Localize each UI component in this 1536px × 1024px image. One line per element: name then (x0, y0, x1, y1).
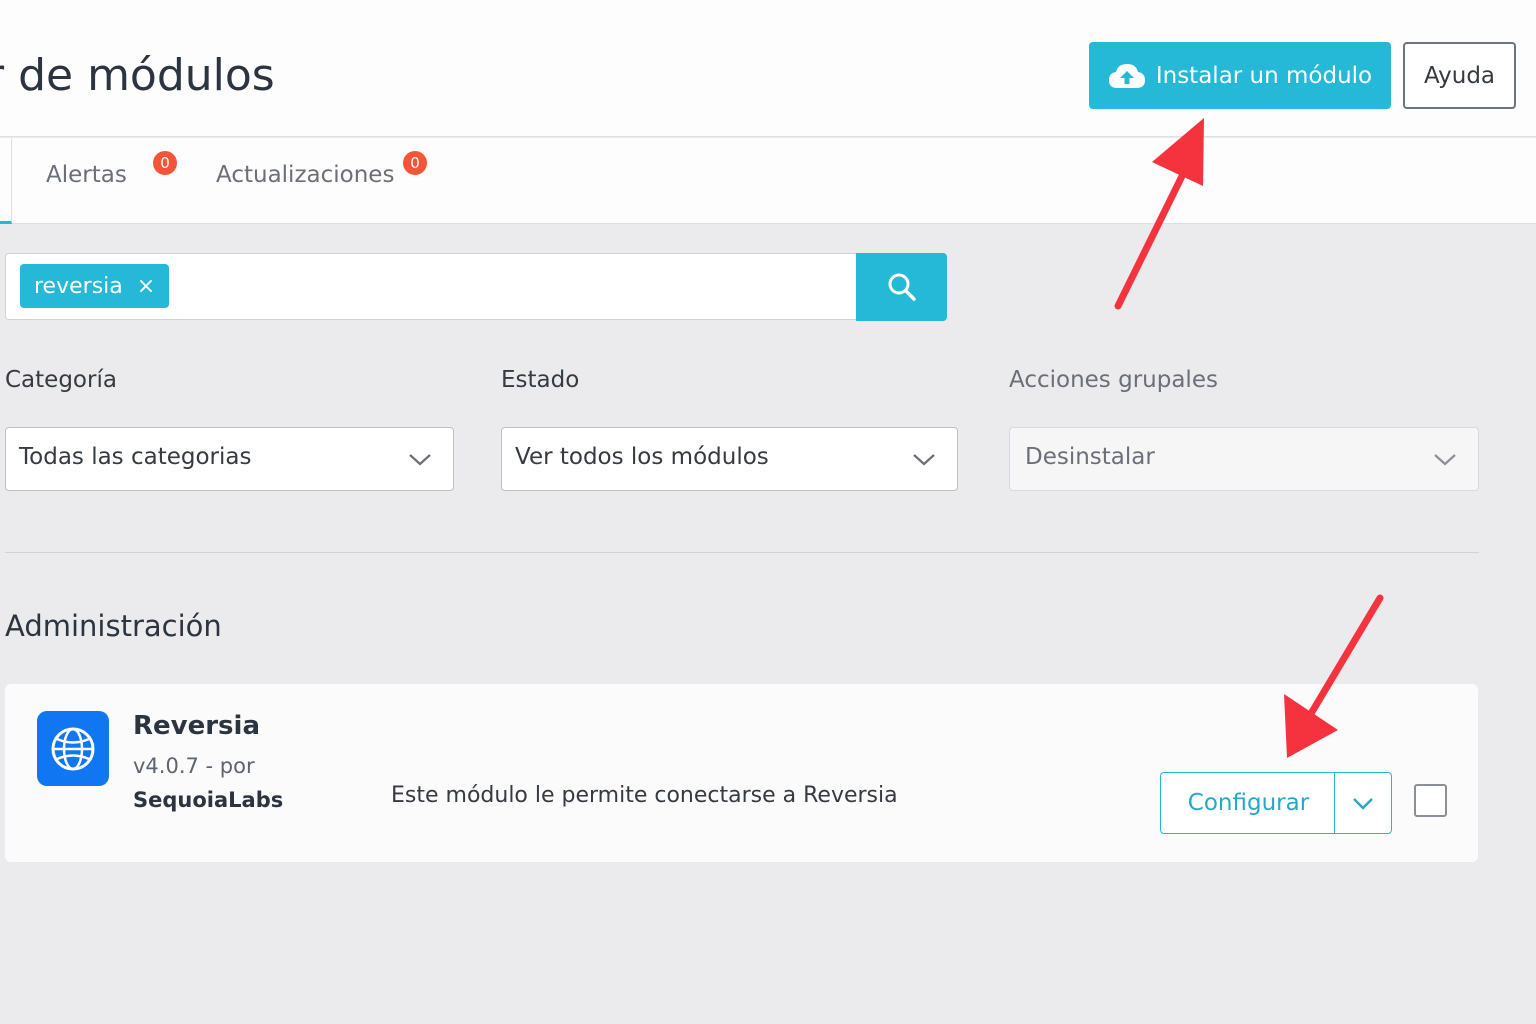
tab-updates[interactable]: Actualizaciones (216, 162, 394, 188)
category-select-value: Todas las categorias (19, 444, 252, 470)
module-select-checkbox[interactable] (1414, 784, 1447, 817)
tab-alerts[interactable]: Alertas (46, 162, 127, 188)
cloud-upload-icon (1108, 63, 1145, 88)
search-tag: reversia × (20, 264, 170, 308)
updates-count-badge: 0 (403, 151, 427, 175)
chevron-down-icon (1353, 798, 1373, 810)
search-tag-label: reversia (34, 273, 123, 299)
configure-dropdown-toggle[interactable] (1334, 772, 1392, 834)
module-version: v4.0.7 - por (133, 754, 255, 778)
search-icon (888, 273, 916, 301)
module-logo (37, 711, 109, 786)
help-button[interactable]: Ayuda (1403, 42, 1516, 109)
module-name: Reversia (133, 711, 260, 741)
tab-active-edge[interactable] (0, 138, 12, 224)
chevron-down-icon (1434, 454, 1456, 466)
search-input[interactable]: reversia × (5, 253, 857, 320)
bulk-actions-select-value: Desinstalar (1025, 444, 1155, 470)
state-select[interactable]: Ver todos los módulos (501, 427, 958, 491)
section-title: Administración (5, 609, 222, 643)
chevron-down-icon (913, 454, 935, 466)
install-module-label: Instalar un módulo (1155, 62, 1373, 89)
module-author: SequoiaLabs (133, 788, 284, 812)
configure-button[interactable]: Configurar (1160, 772, 1336, 834)
category-label: Categoría (5, 367, 117, 393)
globe-icon (51, 727, 95, 770)
alerts-count-badge: 0 (153, 151, 177, 175)
search-button[interactable] (856, 253, 947, 321)
tabs-bar: Alertas Actualizaciones (0, 138, 1536, 224)
module-description: Este módulo le permite conectarse a Reve… (391, 783, 898, 808)
page-title: r de módulos (0, 50, 275, 101)
state-label: Estado (501, 367, 580, 393)
remove-tag-icon[interactable]: × (137, 274, 155, 299)
page-header: r de módulos Instalar un módulo Ayuda (0, 0, 1536, 137)
bulk-actions-label: Acciones grupales (1009, 367, 1218, 393)
chevron-down-icon (409, 454, 431, 466)
state-select-value: Ver todos los módulos (515, 444, 769, 470)
bulk-actions-select[interactable]: Desinstalar (1009, 427, 1479, 491)
install-module-button[interactable]: Instalar un módulo (1089, 42, 1391, 109)
section-divider (5, 552, 1479, 553)
category-select[interactable]: Todas las categorias (5, 427, 454, 491)
